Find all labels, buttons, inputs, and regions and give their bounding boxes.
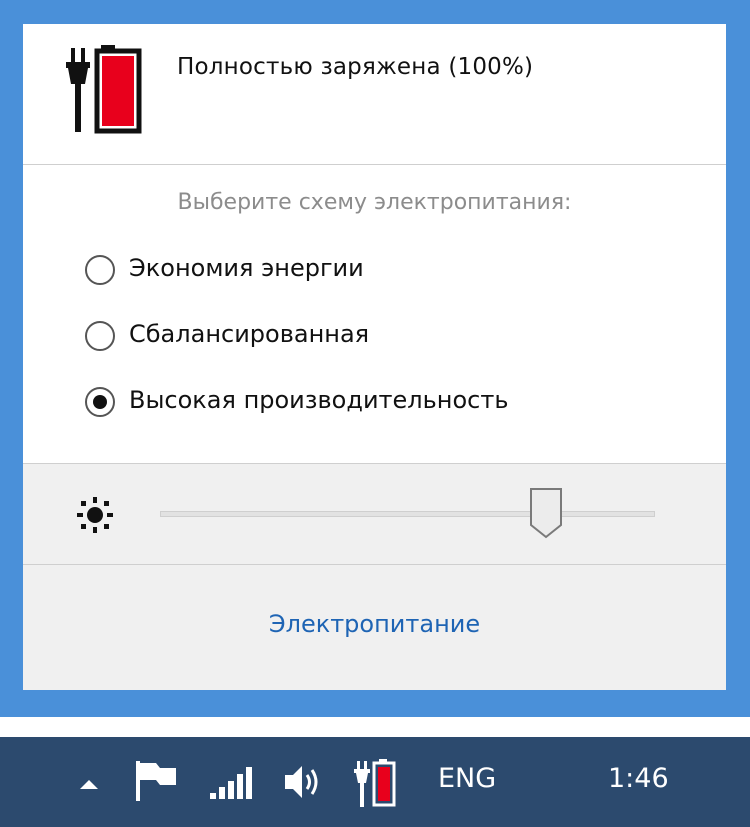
sun-icon — [77, 497, 113, 533]
brightness-slider-thumb[interactable] — [529, 487, 563, 539]
flyout-footer: Электропитание — [23, 565, 726, 690]
battery-plugged-icon[interactable] — [352, 757, 398, 809]
radio-button[interactable] — [85, 255, 115, 285]
power-plan-prompt: Выберите схему электропитания: — [177, 190, 572, 215]
radio-selected-dot — [93, 395, 107, 409]
action-center-flag-icon[interactable] — [134, 759, 180, 803]
power-plan-section: Выберите схему электропитания: Экономия … — [23, 165, 726, 463]
volume-icon[interactable] — [282, 761, 324, 803]
power-options-link[interactable]: Электропитание — [23, 610, 726, 638]
taskbar-notification-area: ENG 1:46 — [0, 737, 750, 827]
power-plan-label[interactable]: Сбалансированная — [129, 320, 369, 348]
input-language-indicator[interactable]: ENG — [438, 763, 496, 794]
battery-plugged-icon — [66, 45, 142, 134]
network-signal-icon[interactable] — [208, 765, 254, 801]
power-plan-label[interactable]: Экономия энергии — [129, 254, 364, 282]
brightness-section — [23, 463, 726, 565]
radio-button[interactable] — [85, 321, 115, 351]
radio-button[interactable] — [85, 387, 115, 417]
show-hidden-icons-arrow[interactable] — [78, 777, 100, 791]
flyout-panel: Полностью заряжена (100%) Выберите схему… — [23, 24, 726, 690]
battery-status-section: Полностью заряжена (100%) — [23, 24, 726, 165]
battery-status-text: Полностью заряжена (100%) — [177, 54, 534, 80]
taskbar-clock[interactable]: 1:46 — [608, 763, 669, 794]
battery-flyout: Полностью заряжена (100%) Выберите схему… — [0, 0, 750, 717]
power-plan-label[interactable]: Высокая производительность — [129, 386, 508, 414]
brightness-slider-track[interactable] — [160, 511, 655, 517]
